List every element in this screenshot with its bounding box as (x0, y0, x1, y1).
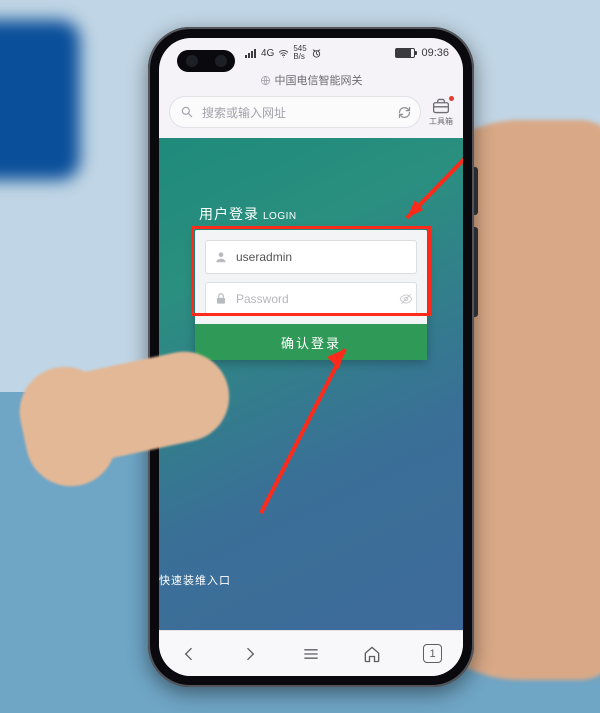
login-submit-label: 确认登录 (281, 333, 341, 352)
login-submit-button[interactable]: 确认登录 (195, 324, 427, 360)
nav-back-button[interactable] (159, 644, 220, 664)
refresh-icon[interactable] (397, 105, 412, 120)
password-field[interactable] (205, 282, 417, 316)
camera-cutout (177, 50, 235, 72)
menu-icon (301, 644, 321, 664)
tab-count: 1 (423, 644, 442, 663)
alarm-icon (311, 48, 322, 59)
browser-bottom-nav: 1 (159, 630, 463, 676)
signal-icon (245, 49, 257, 58)
search-icon (180, 105, 194, 119)
search-placeholder: 搜索或输入网址 (202, 104, 389, 121)
search-input[interactable]: 搜索或输入网址 (169, 96, 421, 128)
toolbox-label: 工具箱 (429, 116, 453, 127)
user-icon (214, 250, 228, 264)
lock-icon (214, 292, 228, 306)
toolbox-button[interactable]: 工具箱 (429, 97, 453, 127)
nav-menu-button[interactable] (281, 644, 342, 664)
data-rate: 545B/s (293, 45, 306, 61)
clock: 09:36 (421, 47, 449, 59)
nav-tabs-button[interactable]: 1 (402, 644, 463, 663)
username-field[interactable] (205, 240, 417, 274)
chevron-right-icon (240, 644, 260, 664)
annotation-arrow-icon (249, 333, 369, 523)
page-title: 中国电信智能网关 (275, 72, 363, 88)
power-button (474, 167, 478, 215)
username-input[interactable] (236, 250, 408, 264)
network-badge: 4G (261, 48, 274, 59)
nav-home-button[interactable] (341, 644, 402, 664)
battery-icon (395, 48, 415, 58)
eye-off-icon[interactable] (399, 291, 413, 307)
globe-icon (260, 75, 271, 86)
login-form: 确认登录 (195, 230, 427, 360)
browser-toolbar: 搜索或输入网址 工具箱 (159, 92, 463, 138)
volume-button (474, 227, 478, 317)
home-icon (362, 644, 382, 664)
wifi-icon (278, 48, 289, 59)
chevron-left-icon (179, 644, 199, 664)
nav-forward-button[interactable] (220, 644, 281, 664)
login-heading: 用户登录LOGIN (199, 204, 297, 224)
notification-dot-icon (449, 96, 454, 101)
annotation-arrow-icon (389, 144, 463, 234)
quick-maintenance-link[interactable]: 快速装维入口 (159, 572, 231, 588)
toolbox-icon (431, 97, 451, 115)
password-input[interactable] (236, 292, 391, 306)
